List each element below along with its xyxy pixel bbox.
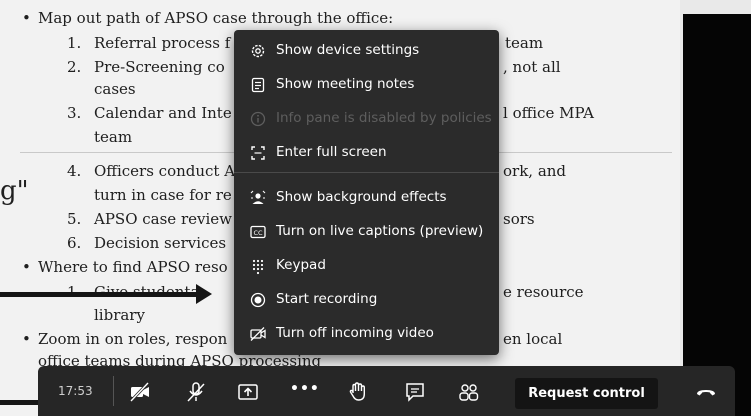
menu-item-label: Keypad bbox=[276, 257, 326, 273]
doc-line: Referral process f bbox=[94, 34, 231, 52]
doc-bullet: • bbox=[22, 330, 31, 348]
pointer-arrow bbox=[0, 284, 212, 304]
doc-line: APSO case review bbox=[94, 210, 232, 228]
doc-line-tail: l office MPA bbox=[503, 104, 595, 122]
doc-line: Officers conduct A bbox=[94, 162, 236, 180]
share-screen-icon[interactable] bbox=[236, 380, 260, 404]
doc-line: Decision services bbox=[94, 234, 227, 252]
info-icon bbox=[249, 110, 267, 128]
menu-item-meeting-notes[interactable]: Show meeting notes bbox=[234, 70, 499, 100]
doc-line-tail: sors bbox=[503, 210, 535, 228]
video-off-icon bbox=[249, 325, 267, 343]
background-effects-icon bbox=[249, 189, 267, 207]
menu-item-info-pane: Info pane is disabled by policies bbox=[234, 104, 499, 134]
doc-number: 6. bbox=[67, 234, 82, 252]
more-options-menu: Show device settings Show meeting notes … bbox=[234, 30, 499, 355]
doc-number: 2. bbox=[67, 58, 82, 76]
more-options-icon[interactable]: ••• bbox=[290, 381, 320, 405]
menu-item-background-effects[interactable]: Show background effects bbox=[234, 183, 499, 213]
menu-item-incoming-video[interactable]: Turn off incoming video bbox=[234, 319, 499, 349]
menu-item-label: Turn on live captions (preview) bbox=[276, 223, 484, 239]
notes-icon bbox=[249, 76, 267, 94]
doc-line: Where to find APSO reso bbox=[38, 258, 228, 276]
mic-off-icon[interactable] bbox=[184, 380, 208, 404]
menu-item-live-captions[interactable]: CC Turn on live captions (preview) bbox=[234, 217, 499, 247]
request-control-button[interactable]: Request control bbox=[515, 378, 658, 409]
doc-line-tail: ork, and bbox=[503, 162, 567, 180]
quote-fragment: g" bbox=[0, 176, 29, 206]
meeting-toolbar: 17:53 ••• Request control bbox=[38, 366, 735, 416]
doc-line: library bbox=[94, 306, 145, 324]
gear-icon bbox=[249, 42, 267, 60]
menu-item-label: Show background effects bbox=[276, 189, 447, 205]
camera-off-icon[interactable] bbox=[128, 380, 152, 404]
menu-separator bbox=[234, 172, 499, 173]
doc-number: 5. bbox=[67, 210, 82, 228]
fullscreen-icon bbox=[249, 144, 267, 162]
menu-item-label: Turn off incoming video bbox=[276, 325, 434, 341]
doc-line: Map out path of APSO case through the of… bbox=[38, 9, 394, 27]
menu-item-start-recording[interactable]: Start recording bbox=[234, 285, 499, 315]
doc-line-tail: e resource bbox=[503, 283, 584, 301]
menu-item-label: Show meeting notes bbox=[276, 76, 415, 92]
doc-number: 3. bbox=[67, 104, 82, 122]
menu-item-label: Enter full screen bbox=[276, 144, 387, 160]
menu-item-device-settings[interactable]: Show device settings bbox=[234, 36, 499, 66]
doc-line-tail: en local bbox=[503, 330, 563, 348]
participants-icon[interactable] bbox=[457, 380, 481, 404]
menu-item-label: Start recording bbox=[276, 291, 378, 307]
doc-line: Calendar and Inte bbox=[94, 104, 232, 122]
keypad-icon bbox=[249, 257, 267, 275]
video-panel bbox=[683, 14, 751, 416]
doc-number: 4. bbox=[67, 162, 82, 180]
doc-bullet: • bbox=[22, 258, 31, 276]
doc-line-tail: team bbox=[505, 34, 544, 52]
doc-line: cases bbox=[94, 80, 136, 98]
chat-icon[interactable] bbox=[403, 380, 427, 404]
menu-item-label: Info pane is disabled by policies bbox=[276, 110, 492, 126]
toolbar-divider bbox=[113, 376, 114, 406]
doc-line: turn in case for re bbox=[94, 186, 232, 204]
menu-item-full-screen[interactable]: Enter full screen bbox=[234, 138, 499, 168]
svg-text:CC: CC bbox=[253, 229, 263, 237]
doc-line: Zoom in on roles, respon bbox=[38, 330, 228, 348]
record-icon bbox=[249, 291, 267, 309]
doc-line: Pre-Screening co bbox=[94, 58, 225, 76]
menu-item-keypad[interactable]: Keypad bbox=[234, 251, 499, 281]
meeting-timer: 17:53 bbox=[58, 384, 93, 398]
doc-bullet: • bbox=[22, 9, 31, 27]
doc-number: 1. bbox=[67, 34, 82, 52]
doc-line-tail: , not all bbox=[503, 58, 561, 76]
doc-line: team bbox=[94, 128, 133, 146]
captions-icon: CC bbox=[249, 223, 267, 241]
menu-item-label: Show device settings bbox=[276, 42, 420, 58]
raise-hand-icon[interactable] bbox=[346, 380, 370, 404]
hang-up-icon[interactable] bbox=[694, 380, 718, 404]
